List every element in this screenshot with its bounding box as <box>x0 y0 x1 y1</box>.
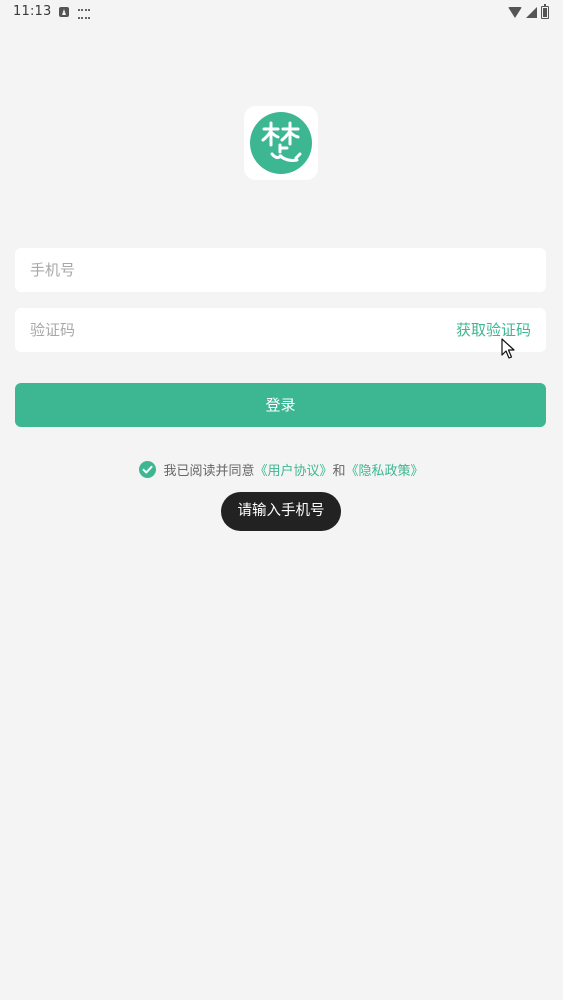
login-screen: 11:13 手机号 验证码 获取验证码 登录 我已阅读并同意 《用户协议》 和 … <box>0 0 563 1000</box>
agreement-row: 我已阅读并同意 《用户协议》 和 《隐私政策》 <box>0 459 563 479</box>
agreement-conjunction: 和 <box>332 463 346 479</box>
logo-circle <box>250 112 312 174</box>
login-button[interactable]: 登录 <box>15 383 546 427</box>
check-circle-icon[interactable] <box>139 460 157 478</box>
code-field[interactable]: 获取验证码 <box>15 308 546 352</box>
wifi-icon <box>508 6 522 18</box>
status-right-icons <box>508 3 549 19</box>
status-bar: 11:13 <box>0 0 563 26</box>
get-code-button[interactable]: 获取验证码 <box>456 308 531 352</box>
logo-glyph-icon <box>261 121 302 162</box>
battery-icon <box>541 3 549 19</box>
signal-icon <box>526 6 537 18</box>
agreement-prefix: 我已阅读并同意 <box>163 463 255 479</box>
mouse-pointer-icon <box>501 338 515 359</box>
app-logo <box>244 106 318 180</box>
user-agreement-link[interactable]: 《用户协议》 <box>254 460 332 479</box>
toast-message: 请输入手机号 <box>221 492 341 531</box>
notification-a-icon <box>59 7 69 17</box>
verification-code-input[interactable] <box>30 308 430 352</box>
privacy-policy-link[interactable]: 《隐私政策》 <box>346 460 424 479</box>
keyboard-icon <box>78 9 90 19</box>
status-time: 11:13 <box>13 4 52 19</box>
phone-field[interactable] <box>15 248 546 292</box>
phone-input[interactable] <box>30 248 430 292</box>
